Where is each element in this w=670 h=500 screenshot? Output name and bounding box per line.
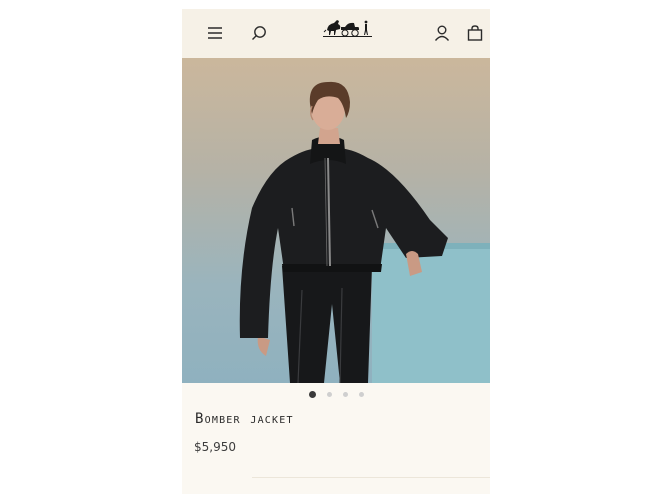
mobile-page: Bomber jacket $5,950: [182, 9, 490, 494]
carousel-dot[interactable]: [326, 391, 332, 397]
product-price: $5,950: [194, 440, 236, 454]
divider: [252, 477, 490, 478]
shopping-bag-icon[interactable]: [463, 21, 487, 45]
carousel-dot[interactable]: [308, 390, 316, 398]
product-title: Bomber jacket: [195, 411, 294, 427]
carousel-dot[interactable]: [342, 391, 348, 397]
top-navigation-bar: [182, 9, 490, 59]
product-image[interactable]: [182, 58, 490, 383]
hamburger-menu-icon[interactable]: [203, 21, 227, 45]
search-icon[interactable]: [247, 21, 271, 45]
carousel-pagination: [182, 383, 490, 405]
user-account-icon[interactable]: [430, 21, 454, 45]
carousel-dot[interactable]: [358, 391, 364, 397]
horse-carriage-logo[interactable]: [322, 15, 374, 41]
